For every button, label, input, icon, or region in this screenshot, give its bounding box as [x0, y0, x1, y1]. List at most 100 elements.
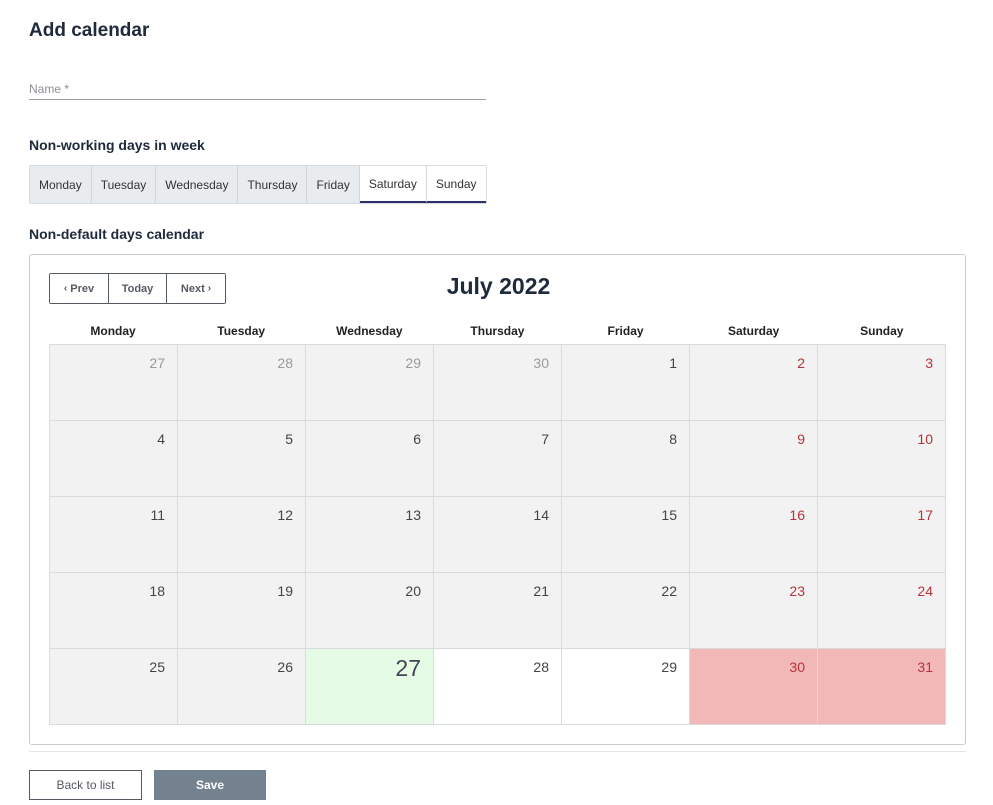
prev-button[interactable]: ‹ Prev: [50, 274, 109, 303]
day-cell[interactable]: 20: [306, 573, 434, 649]
day-number: 27: [149, 355, 165, 371]
day-number: 4: [157, 431, 165, 447]
day-number: 13: [405, 507, 421, 523]
day-cell[interactable]: 2: [690, 345, 818, 421]
today-label: Today: [121, 282, 154, 295]
day-number: 23: [789, 583, 805, 599]
toggle-monday[interactable]: Monday: [30, 166, 92, 203]
day-cell[interactable]: 23: [690, 573, 818, 649]
day-number: 17: [917, 507, 933, 523]
day-number: 28: [277, 355, 293, 371]
day-cell[interactable]: 13: [306, 497, 434, 573]
day-cell[interactable]: 4: [50, 421, 178, 497]
day-cell[interactable]: 7: [434, 421, 562, 497]
day-number: 18: [149, 583, 165, 599]
toggle-wednesday[interactable]: Wednesday: [156, 166, 239, 203]
day-cell[interactable]: 19: [178, 573, 306, 649]
day-cell[interactable]: 11: [50, 497, 178, 573]
day-number: 12: [277, 507, 293, 523]
day-cell[interactable]: 24: [818, 573, 946, 649]
day-number: 3: [925, 355, 933, 371]
chevron-left-icon: ‹: [63, 282, 68, 294]
day-number: 24: [917, 583, 933, 599]
weekday-toggle-group: Monday Tuesday Wednesday Thursday Friday…: [29, 165, 487, 204]
day-number: 10: [917, 431, 933, 447]
day-cell[interactable]: 1: [562, 345, 690, 421]
chevron-right-icon: ›: [207, 282, 212, 294]
calendar-card: July 2022 ‹ Prev Today Next › Monday Tue…: [29, 254, 966, 745]
day-number: 25: [149, 659, 165, 675]
toggle-tuesday[interactable]: Tuesday: [91, 166, 157, 203]
day-cell[interactable]: 22: [562, 573, 690, 649]
day-cell-nonworking[interactable]: 31: [818, 649, 946, 725]
day-cell[interactable]: 9: [690, 421, 818, 497]
weekday-header: Sunday: [860, 324, 904, 338]
weekday-header-row: Monday Tuesday Wednesday Thursday Friday…: [49, 324, 946, 338]
day-number: 2: [797, 355, 805, 371]
today-button[interactable]: Today: [109, 274, 167, 303]
weekday-header: Tuesday: [217, 324, 266, 338]
back-to-list-button[interactable]: Back to list: [29, 770, 142, 800]
day-number: 20: [405, 583, 421, 599]
footer-divider: [29, 751, 966, 752]
day-number: 30: [533, 355, 549, 371]
weekday-header: Monday: [90, 324, 136, 338]
day-cell[interactable]: 8: [562, 421, 690, 497]
day-cell[interactable]: 28: [178, 345, 306, 421]
day-cell[interactable]: 10: [818, 421, 946, 497]
day-cell[interactable]: 16: [690, 497, 818, 573]
day-cell[interactable]: 5: [178, 421, 306, 497]
day-number: 31: [917, 659, 933, 675]
day-cell[interactable]: 21: [434, 573, 562, 649]
day-number: 28: [533, 659, 549, 675]
weekday-header: Thursday: [470, 324, 525, 338]
day-cell-nonworking[interactable]: 30: [690, 649, 818, 725]
day-cell[interactable]: 18: [50, 573, 178, 649]
day-cell[interactable]: 6: [306, 421, 434, 497]
day-number: 1: [669, 355, 677, 371]
nonworking-days-heading: Non-working days in week: [29, 137, 205, 153]
day-number: 16: [789, 507, 805, 523]
prev-label: Prev: [70, 282, 95, 295]
name-field[interactable]: [29, 78, 486, 100]
day-number: 15: [661, 507, 677, 523]
page-title: Add calendar: [29, 20, 150, 41]
day-number: 11: [150, 507, 165, 523]
weekday-header: Friday: [607, 324, 644, 338]
day-cell[interactable]: 12: [178, 497, 306, 573]
day-number: 21: [533, 583, 549, 599]
toggle-thursday[interactable]: Thursday: [238, 166, 308, 203]
next-label: Next: [180, 282, 205, 295]
next-button[interactable]: Next ›: [167, 274, 225, 303]
day-number: 27: [395, 655, 421, 681]
day-number: 9: [797, 431, 805, 447]
day-number: 19: [277, 583, 293, 599]
day-cell[interactable]: 3: [818, 345, 946, 421]
day-cell-today[interactable]: 27: [306, 649, 434, 725]
day-cell[interactable]: 17: [818, 497, 946, 573]
toggle-sunday[interactable]: Sunday: [426, 166, 486, 203]
toggle-friday[interactable]: Friday: [307, 166, 360, 203]
day-cell[interactable]: 25: [50, 649, 178, 725]
day-number: 6: [413, 431, 421, 447]
name-input[interactable]: [29, 78, 486, 99]
calendar-heading: Non-default days calendar: [29, 226, 205, 242]
day-cell[interactable]: 27: [50, 345, 178, 421]
day-cell[interactable]: 30: [434, 345, 562, 421]
day-cell[interactable]: 14: [434, 497, 562, 573]
save-button[interactable]: Save: [154, 770, 266, 800]
toggle-saturday[interactable]: Saturday: [359, 166, 427, 203]
calendar-grid: 27 28 29 30 1 2 3 4 5 6 7 8 9 10 11 12 1…: [49, 344, 946, 725]
day-cell[interactable]: 15: [562, 497, 690, 573]
day-number: 22: [661, 583, 677, 599]
calendar-nav: ‹ Prev Today Next ›: [49, 273, 226, 304]
day-number: 26: [277, 659, 293, 675]
day-cell[interactable]: 28: [434, 649, 562, 725]
day-cell[interactable]: 29: [306, 345, 434, 421]
day-cell[interactable]: 29: [562, 649, 690, 725]
day-number: 29: [405, 355, 421, 371]
day-number: 7: [541, 431, 549, 447]
day-number: 5: [285, 431, 293, 447]
day-cell[interactable]: 26: [178, 649, 306, 725]
weekday-header: Saturday: [728, 324, 780, 338]
